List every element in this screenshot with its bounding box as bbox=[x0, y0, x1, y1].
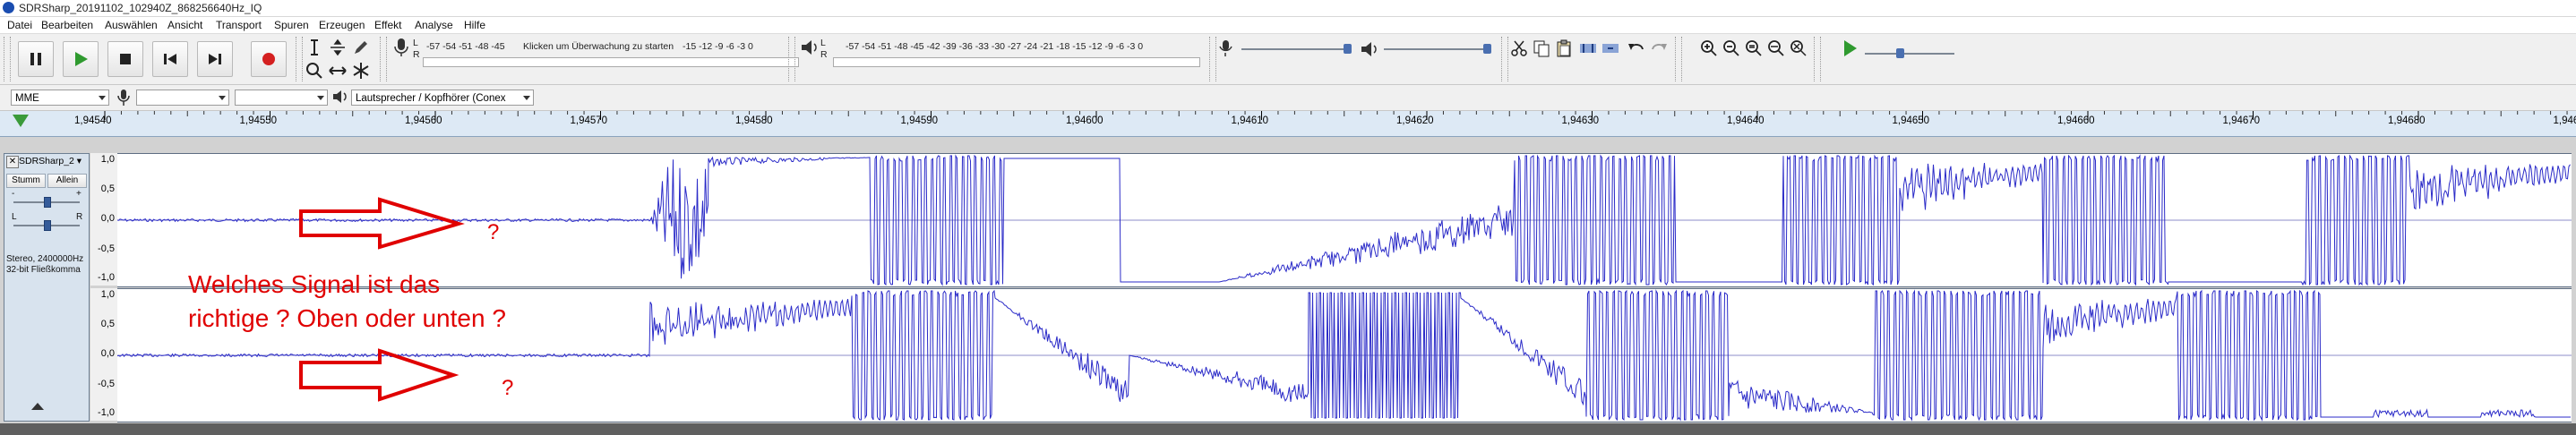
annotation-text-line1: Welches Signal ist das bbox=[188, 270, 441, 298]
annotation-question-top: ? bbox=[487, 220, 500, 244]
annotation-arrow-top bbox=[299, 197, 465, 250]
annotation-overlay bbox=[299, 197, 465, 402]
annotation-arrow-bottom bbox=[299, 348, 459, 402]
annotation-question-bottom: ? bbox=[502, 376, 514, 400]
annotation-text-line2: richtige ? Oben oder unten ? bbox=[188, 304, 506, 332]
status-bar bbox=[0, 423, 2576, 435]
